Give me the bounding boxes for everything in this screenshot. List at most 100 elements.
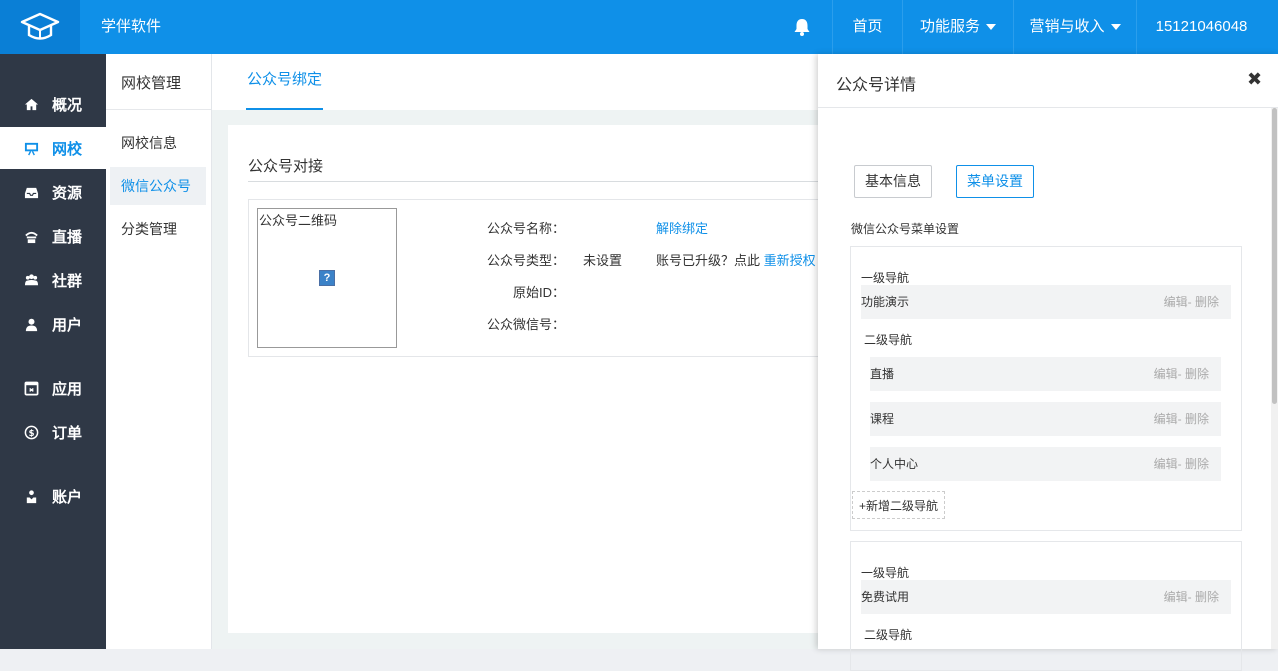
sidebar-item-users[interactable]: 用户 [0, 303, 106, 345]
sidebar-item-live[interactable]: 直播 [0, 215, 106, 257]
menu-settings-button[interactable]: 菜单设置 [956, 165, 1034, 198]
sub-navigation: 网校管理 网校信息 微信公众号 分类管理 [106, 54, 212, 649]
sidebar-item-resources[interactable]: 资源 [0, 171, 106, 213]
divider [818, 107, 1278, 108]
scrollbar[interactable] [1271, 108, 1278, 649]
edit-link[interactable]: 编辑 [1154, 412, 1178, 426]
wechat-id-label: 公众微信号： [486, 317, 565, 332]
sidebar-item-account[interactable]: 账户 [0, 475, 106, 517]
svg-text:$: $ [29, 427, 35, 437]
type-label: 公众号类型： [486, 253, 565, 268]
inbox-icon [24, 187, 39, 198]
section-label: 微信公众号菜单设置 [851, 222, 960, 236]
sidebar: 概况 网校 资源 直播 社群 用户 应用 $ 订单 账户 [0, 54, 106, 649]
subnav-item-school-info[interactable]: 网校信息 [110, 124, 206, 162]
divider [106, 109, 211, 110]
close-icon[interactable]: ✖ [1247, 69, 1262, 90]
nav-marketing[interactable]: 营销与收入 [1013, 0, 1136, 54]
top-bar: 学伴软件 首页 功能服务 营销与收入 15121046048 [0, 0, 1278, 54]
divider [248, 181, 818, 182]
bell-icon[interactable] [792, 17, 812, 37]
subnav-item-wechat[interactable]: 微信公众号 [110, 167, 206, 205]
row-actions: 编辑- 删除 [1164, 285, 1219, 319]
origin-id-label: 原始ID： [512, 285, 565, 300]
sidebar-item-community[interactable]: 社群 [0, 259, 106, 301]
edit-link[interactable]: 编辑 [1164, 295, 1188, 309]
edit-link[interactable]: 编辑 [1154, 457, 1178, 471]
subnav-item-label: 网校信息 [121, 135, 177, 151]
main-content: 公众号绑定 公众号对接 公众号二维码 ? 公众号名称： 解除绑定 公众号类型： … [212, 54, 818, 649]
edit-link[interactable]: 编辑 [1164, 590, 1188, 604]
level2-row: 个人中心 编辑- 删除 [870, 447, 1221, 481]
graduation-cap-logo-icon [20, 12, 60, 40]
row-actions: 编辑- 删除 [1154, 402, 1209, 436]
level2-label: 二级导航 [864, 333, 913, 347]
chevron-down-icon [986, 24, 996, 31]
upgrade-text: 账号已升级？点此 [656, 253, 761, 268]
level2-label: 二级导航 [864, 628, 913, 642]
tab-bar: 公众号绑定 [212, 54, 818, 110]
sidebar-item-orders[interactable]: $ 订单 [0, 411, 106, 453]
add-submenu-button[interactable]: +新增二级导航 [852, 491, 946, 519]
edit-link[interactable]: 编辑 [1154, 367, 1178, 381]
delete-link[interactable]: - 删除 [1178, 457, 1209, 471]
name-label: 公众号名称： [486, 221, 565, 236]
tab-wechat-binding[interactable]: 公众号绑定 [246, 54, 324, 110]
type-value: 未设置 [583, 253, 623, 268]
sidebar-item-label: 用户 [52, 316, 83, 334]
dollar-icon: $ [24, 425, 39, 439]
basic-info-button[interactable]: 基本信息 [854, 165, 932, 198]
menu-group: 一级导航 功能演示 编辑- 删除 二级导航 直播 编辑- 删除 课程 编辑- 删… [850, 246, 1242, 531]
sidebar-item-label: 直播 [52, 228, 83, 246]
row-actions: 编辑- 删除 [1164, 580, 1219, 614]
delete-link[interactable]: - 删除 [1178, 367, 1209, 381]
user-icon [25, 318, 38, 331]
presentation-icon [24, 142, 39, 155]
sidebar-item-apps[interactable]: 应用 [0, 367, 106, 409]
level1-row: 免费试用 编辑- 删除 [861, 580, 1231, 614]
sidebar-item-school[interactable]: 网校 [0, 127, 106, 169]
sidebar-item-overview[interactable]: 概况 [0, 83, 106, 125]
menu-group: 一级导航 免费试用 编辑- 删除 二级导航 [850, 541, 1242, 671]
users-icon [24, 273, 39, 285]
delete-link[interactable]: - 删除 [1188, 590, 1219, 604]
level2-row: 直播 编辑- 删除 [870, 357, 1221, 391]
sidebar-item-label: 订单 [52, 424, 83, 442]
sidebar-item-label: 资源 [52, 184, 83, 202]
nav-services[interactable]: 功能服务 [902, 0, 1013, 54]
subnav-item-categories[interactable]: 分类管理 [110, 210, 206, 248]
sidebar-item-label: 账户 [52, 488, 83, 506]
drawer-title: 公众号详情 [836, 77, 917, 94]
reauthorize-link[interactable]: 重新授权 [764, 253, 816, 268]
delete-link[interactable]: - 删除 [1188, 295, 1219, 309]
chevron-down-icon [1110, 24, 1121, 31]
level2-row: 课程 编辑- 删除 [870, 402, 1221, 436]
row-actions: 编辑- 删除 [1154, 447, 1209, 481]
level1-label: 一级导航 [861, 271, 910, 285]
nav-home[interactable]: 首页 [832, 0, 902, 54]
sidebar-item-label: 应用 [52, 380, 83, 398]
scrollbar-thumb[interactable] [1272, 108, 1277, 404]
level1-name: 功能演示 [861, 295, 910, 309]
qr-code-label: 公众号二维码 [259, 213, 338, 228]
nav-services-label: 功能服务 [919, 18, 980, 35]
sidebar-item-label: 概况 [52, 96, 83, 114]
level1-name: 免费试用 [861, 590, 910, 604]
binding-card: 公众号对接 公众号二维码 ? 公众号名称： 解除绑定 公众号类型： 未设置 账号… [228, 125, 818, 633]
level2-name: 课程 [870, 412, 895, 426]
level2-name: 直播 [870, 367, 895, 381]
subnav-item-label: 分类管理 [121, 221, 177, 237]
broadcast-icon [25, 231, 38, 243]
home-icon [24, 98, 39, 110]
logo[interactable] [0, 0, 80, 54]
level2-name: 个人中心 [870, 457, 919, 471]
sidebar-item-label: 网校 [52, 140, 83, 158]
row-actions: 编辑- 删除 [1154, 357, 1209, 391]
unbind-link[interactable]: 解除绑定 [656, 218, 708, 237]
delete-link[interactable]: - 删除 [1178, 412, 1209, 426]
app-icon [24, 381, 39, 395]
level1-row: 功能演示 编辑- 删除 [861, 285, 1231, 319]
nav-account-phone[interactable]: 15121046048 [1136, 0, 1266, 54]
app-name: 学伴软件 [101, 18, 162, 35]
subnav-item-label: 微信公众号 [121, 178, 191, 194]
